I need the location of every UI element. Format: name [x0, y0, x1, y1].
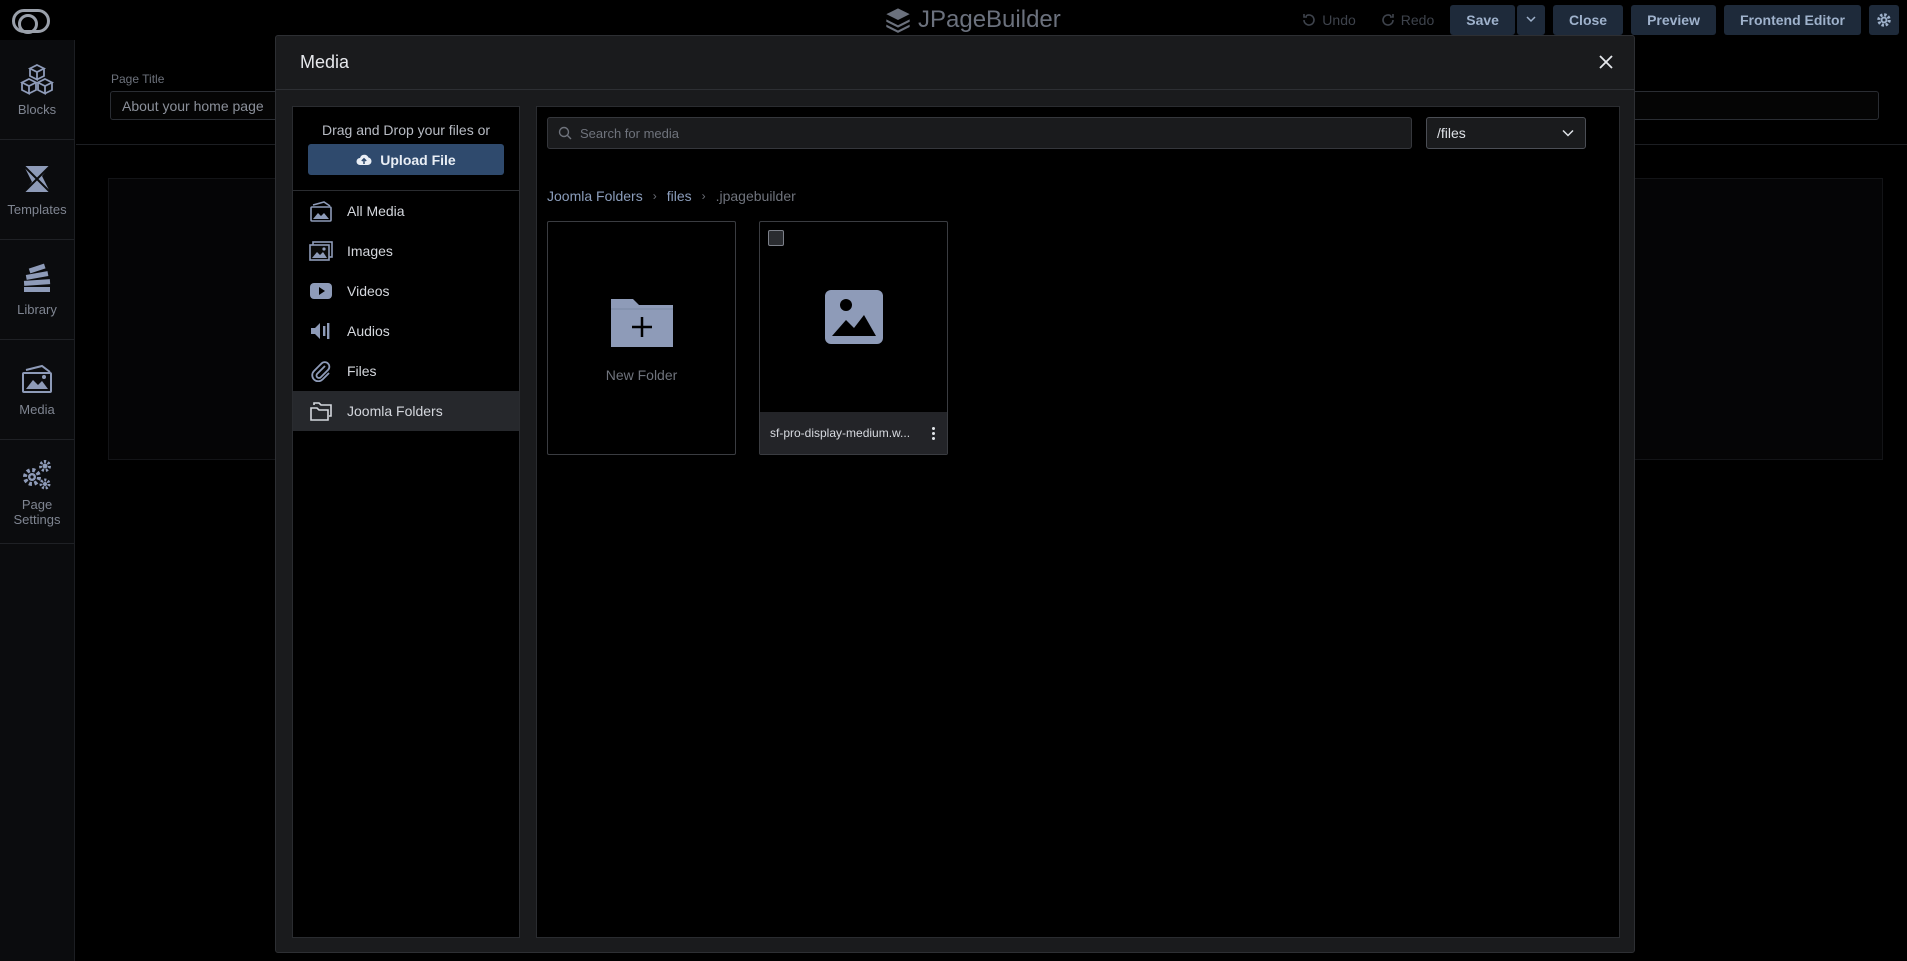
cogs-icon — [23, 459, 51, 489]
media-sidebar: Drag and Drop your files or Upload File … — [292, 106, 520, 938]
page-title-label: Page Title — [111, 72, 165, 86]
nav-label-images: Images — [347, 243, 393, 259]
undo-label: Undo — [1322, 12, 1356, 28]
save-button[interactable]: Save — [1450, 5, 1515, 35]
chevron-right-icon: › — [701, 189, 706, 203]
file-name: sf-pro-display-medium.w... — [770, 426, 911, 440]
nav-label-audios: Audios — [347, 323, 390, 339]
brand: JPageBuilder — [884, 5, 1061, 35]
preview-button[interactable]: Preview — [1631, 5, 1716, 35]
close-button[interactable]: Close — [1552, 5, 1624, 35]
undo-icon — [1303, 14, 1316, 26]
upload-file-button[interactable]: Upload File — [308, 144, 504, 175]
search-icon — [558, 126, 572, 140]
redo-label: Redo — [1400, 12, 1435, 28]
save-options-button[interactable] — [1516, 5, 1545, 35]
gear-icon — [1877, 13, 1891, 27]
image-icon — [824, 290, 883, 344]
breadcrumb-files[interactable]: files — [667, 188, 692, 204]
nav-item-files[interactable]: Files — [293, 351, 519, 391]
chevron-down-icon — [1526, 16, 1536, 23]
cloud-upload-icon — [356, 154, 372, 165]
stack-logo-icon — [886, 8, 910, 33]
cubes-icon — [20, 63, 54, 95]
folder-plus-icon — [610, 299, 673, 347]
breadcrumb-current: .jpagebuilder — [715, 188, 796, 204]
folders-icon — [310, 402, 332, 421]
toggle-logo-icon[interactable] — [12, 9, 50, 34]
media-main-panel: /files Joomla Folders › files › .jpagebu… — [536, 106, 1620, 938]
file-footer: sf-pro-display-medium.w... — [760, 412, 947, 454]
nav-label-files: Files — [347, 363, 377, 379]
rail-item-page-settings[interactable]: Page Settings — [0, 440, 74, 544]
nav-item-videos[interactable]: Videos — [293, 271, 519, 311]
more-options-icon[interactable] — [930, 425, 937, 442]
modal-header: Media — [276, 36, 1634, 90]
nav-label-videos: Videos — [347, 283, 390, 299]
file-select-checkbox[interactable] — [768, 230, 784, 246]
rail-item-media[interactable]: Media — [0, 340, 74, 440]
breadcrumb-joomla-folders[interactable]: Joomla Folders — [547, 188, 643, 204]
paperclip-icon — [311, 361, 331, 382]
rail-label-page-settings: Page Settings — [13, 496, 61, 527]
top-actions: Undo Redo Save Close Preview Frontend Ed… — [1293, 5, 1899, 35]
nav-item-audios[interactable]: Audios — [293, 311, 519, 351]
redo-button[interactable]: Redo — [1372, 5, 1442, 35]
new-folder-tile[interactable]: New Folder — [547, 221, 736, 455]
chevron-down-icon — [1562, 129, 1574, 137]
rail-label-templates: Templates — [7, 202, 67, 217]
media-icon — [22, 364, 52, 393]
drop-text: Drag and Drop your files or — [321, 122, 491, 138]
nav-item-images[interactable]: Images — [293, 231, 519, 271]
library-icon — [23, 263, 51, 292]
images-icon — [309, 241, 333, 261]
frontend-editor-button[interactable]: Frontend Editor — [1724, 5, 1861, 35]
redo-icon — [1381, 14, 1394, 26]
rail-label-media: Media — [19, 402, 55, 417]
undo-button[interactable]: Undo — [1293, 5, 1363, 35]
brand-name: JPageBuilder — [918, 6, 1061, 33]
nav-label-joomla-folders: Joomla Folders — [347, 403, 443, 419]
speaker-icon — [311, 323, 330, 339]
search-box — [547, 117, 1412, 149]
media-icon — [310, 201, 332, 222]
breadcrumb: Joomla Folders › files › .jpagebuilder — [547, 188, 796, 204]
nav-label-all-media: All Media — [347, 203, 405, 219]
video-icon — [310, 283, 332, 299]
close-icon — [1599, 55, 1613, 69]
search-input[interactable] — [580, 125, 1400, 141]
modal-title: Media — [300, 52, 350, 72]
file-thumbnail — [760, 222, 947, 412]
folder-select[interactable]: /files — [1426, 117, 1586, 149]
nav-item-all-media[interactable]: All Media — [293, 191, 519, 231]
upload-file-label: Upload File — [380, 151, 456, 168]
modal-close-button[interactable] — [1594, 50, 1618, 74]
rail-item-blocks[interactable]: Blocks — [0, 40, 74, 140]
folder-select-value: /files — [1437, 125, 1466, 141]
top-bar: JPageBuilder Undo Redo Save Close Previe… — [0, 0, 1907, 40]
nav-item-joomla-folders[interactable]: Joomla Folders — [293, 391, 519, 431]
chevron-right-icon: › — [652, 189, 657, 203]
left-rail: Blocks Templates Library Media Page Sett… — [0, 40, 75, 961]
templates-icon — [23, 165, 51, 193]
save-group: Save — [1450, 5, 1545, 35]
rail-item-templates[interactable]: Templates — [0, 140, 74, 240]
media-file-tile[interactable]: sf-pro-display-medium.w... — [759, 221, 948, 455]
rail-label-library: Library — [17, 302, 57, 317]
new-folder-label: New Folder — [605, 367, 678, 383]
rail-item-library[interactable]: Library — [0, 240, 74, 340]
settings-button[interactable] — [1869, 5, 1899, 35]
rail-label-blocks: Blocks — [17, 102, 57, 117]
media-modal: Media Drag and Drop your files or Upload… — [275, 35, 1635, 953]
